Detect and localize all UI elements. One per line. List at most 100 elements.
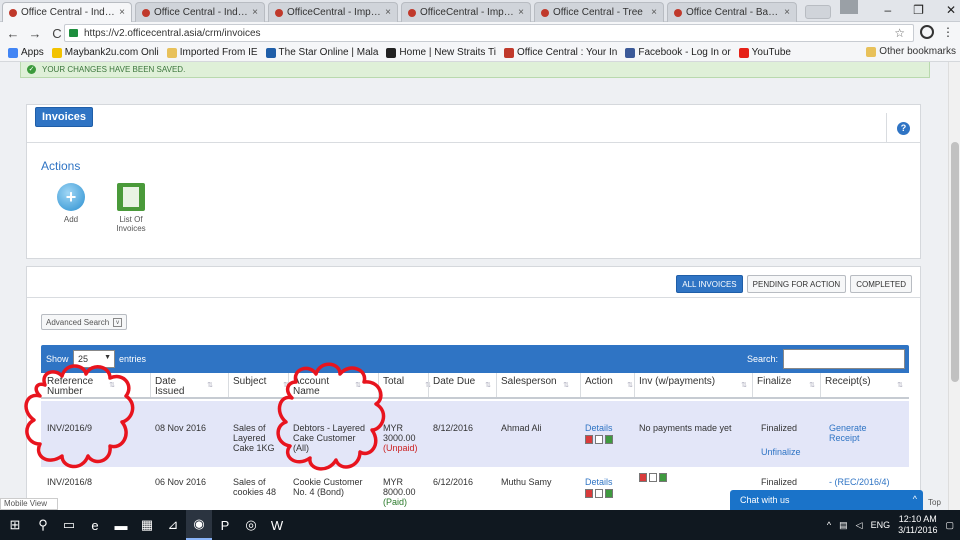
sort-icon[interactable]: ⇅ [207,381,213,391]
column-header-receipts[interactable]: Receipt(s) ⇅ [825,377,903,390]
sort-icon[interactable]: ⇅ [627,381,633,391]
bookmark-item[interactable]: Home | New Straits Ti [386,47,496,58]
advanced-search-button[interactable]: Advanced Search v [41,314,128,330]
chat-widget-button[interactable]: Chat with us ^ [730,490,923,510]
column-header-action[interactable]: Action ⇅ [585,377,633,390]
page-scrollbar[interactable] [948,62,960,510]
column-header-subject[interactable]: Subject ⇅ [233,377,289,390]
word-icon[interactable]: W [264,510,290,540]
mobile-view-link[interactable]: Mobile View [0,498,58,510]
table-row[interactable]: INV/2016/9 08 Nov 2016 Sales of Layered … [41,401,909,467]
close-window-icon[interactable]: ✕ [946,3,956,17]
volume-icon[interactable]: ◁ [856,520,863,531]
file-explorer-icon[interactable]: ▬ [108,510,134,540]
tab-completed[interactable]: COMPLETED [850,275,912,293]
tab-close-icon[interactable]: × [518,7,524,18]
back-icon[interactable]: ← [4,26,22,41]
bookmark-item[interactable]: Maybank2u.com Onli [51,47,159,58]
tab-close-icon[interactable]: × [651,7,657,18]
excel-icon[interactable] [605,435,613,444]
browser-tab-2[interactable]: Office Central - Index × [135,2,265,22]
profile-icon[interactable] [840,0,858,14]
back-to-top-link[interactable]: Top [928,498,941,507]
notification-icon[interactable]: ▢ [945,520,954,531]
excel-icon[interactable] [659,473,667,482]
chevron-up-icon[interactable]: ^ [913,494,917,504]
maximize-icon[interactable]: ❐ [913,3,924,17]
bookmark-item[interactable]: Facebook - Log In or [625,47,731,58]
sort-icon[interactable]: ⇅ [563,381,569,391]
sort-icon[interactable]: ⇅ [741,381,747,391]
facebook-icon [625,47,636,58]
details-link[interactable]: Details [585,423,613,433]
scrollbar-thumb[interactable] [951,142,959,382]
generate-receipt-link[interactable]: Generate Receipt [829,423,889,443]
powerpoint-icon[interactable]: P [212,510,238,540]
edge-browser-icon[interactable]: e [82,510,108,540]
language-indicator[interactable]: ENG [871,520,891,530]
entries-per-page-select[interactable]: 25 ▼ [73,350,115,368]
unfinalize-link[interactable]: Unfinalize [761,447,801,457]
details-link[interactable]: Details [585,477,613,487]
browser-tab-5[interactable]: Office Central - Tree × [534,2,664,22]
sort-icon[interactable]: ⇅ [897,381,903,391]
extension-icon[interactable] [920,25,934,39]
browser-menu-icon[interactable]: ⋮ [942,25,954,39]
chrome-icon[interactable]: ◉ [186,510,212,540]
bookmark-item[interactable]: YouTube [738,47,791,58]
pdf-icon[interactable] [585,435,593,444]
forward-icon[interactable]: → [26,26,44,41]
browser-tab-1[interactable]: Office Central - Index × [2,2,132,22]
windows-start-icon[interactable]: ⊞ [0,510,30,540]
excel-icon[interactable] [605,489,613,498]
print-icon[interactable] [649,473,657,482]
column-header-salesperson[interactable]: Salesperson ⇅ [501,377,569,390]
pdf-icon[interactable] [639,473,647,482]
browser-tab-6[interactable]: Office Central - Balance × [667,2,797,22]
sort-icon[interactable]: ⇅ [809,381,815,391]
bookmark-item[interactable]: The Star Online | Mala [265,47,378,58]
add-invoice-button[interactable]: + Add [47,183,95,224]
tray-expand-icon[interactable]: ^ [827,520,831,530]
bookmark-item[interactable]: Imported From IE [166,47,258,58]
column-header-date-due[interactable]: Date Due ⇅ [433,377,491,390]
print-icon[interactable] [595,435,603,444]
column-header-reference-number[interactable]: Reference Number ⇅ [47,377,115,397]
task-view-icon[interactable]: ▭ [56,510,82,540]
tab-close-icon[interactable]: × [784,7,790,18]
tab-close-icon[interactable]: × [252,7,258,18]
column-header-finalize[interactable]: Finalize ⇅ [757,377,815,390]
column-header-account-name[interactable]: Account Name ⇅ [293,377,361,397]
column-header-inv-payments[interactable]: Inv (w/payments) ⇅ [639,377,747,390]
bookmark-item[interactable]: Office Central : Your In [503,47,617,58]
store-icon[interactable]: ▦ [134,510,160,540]
bookmark-item[interactable]: Apps [8,47,44,58]
media-player-icon[interactable]: ◎ [238,510,264,540]
clock[interactable]: 12:10 AM 3/11/2016 [898,514,937,536]
receipt-link[interactable]: - (REC/2016/4) [829,477,890,487]
tab-pending-for-action[interactable]: PENDING FOR ACTION [746,275,847,293]
list-of-invoices-button[interactable]: List Of Invoices [107,183,155,233]
browser-tab-3[interactable]: OfficeCentral - Import In × [268,2,398,22]
pdf-reader-icon[interactable]: ⊿ [160,510,186,540]
sort-icon[interactable]: ⇅ [355,381,361,391]
tab-close-icon[interactable]: × [119,7,125,18]
browser-tab-4[interactable]: OfficeCentral - Import In × [401,2,531,22]
tab-all-invoices[interactable]: ALL INVOICES [676,275,743,293]
sort-icon[interactable]: ⇅ [485,381,491,391]
print-icon[interactable] [595,489,603,498]
network-icon[interactable]: ▤ [839,520,848,531]
sort-icon[interactable]: ⇅ [109,381,115,391]
bookmark-star-icon[interactable]: ☆ [894,26,905,40]
minimize-icon[interactable]: – [884,3,891,17]
other-bookmarks-folder[interactable]: Other bookmarks [866,46,956,57]
column-header-date-issued[interactable]: Date Issued ⇅ [155,377,213,397]
help-icon[interactable]: ? [897,121,910,135]
new-tab-button[interactable] [805,5,831,19]
tab-close-icon[interactable]: × [385,7,391,18]
pdf-icon[interactable] [585,489,593,498]
search-icon[interactable]: ⚲ [30,510,56,540]
table-search-input[interactable] [783,349,905,369]
column-header-total[interactable]: Total⇅ [383,377,431,390]
url-input[interactable]: https://v2.officecentral.asia/crm/invoic… [64,24,914,42]
